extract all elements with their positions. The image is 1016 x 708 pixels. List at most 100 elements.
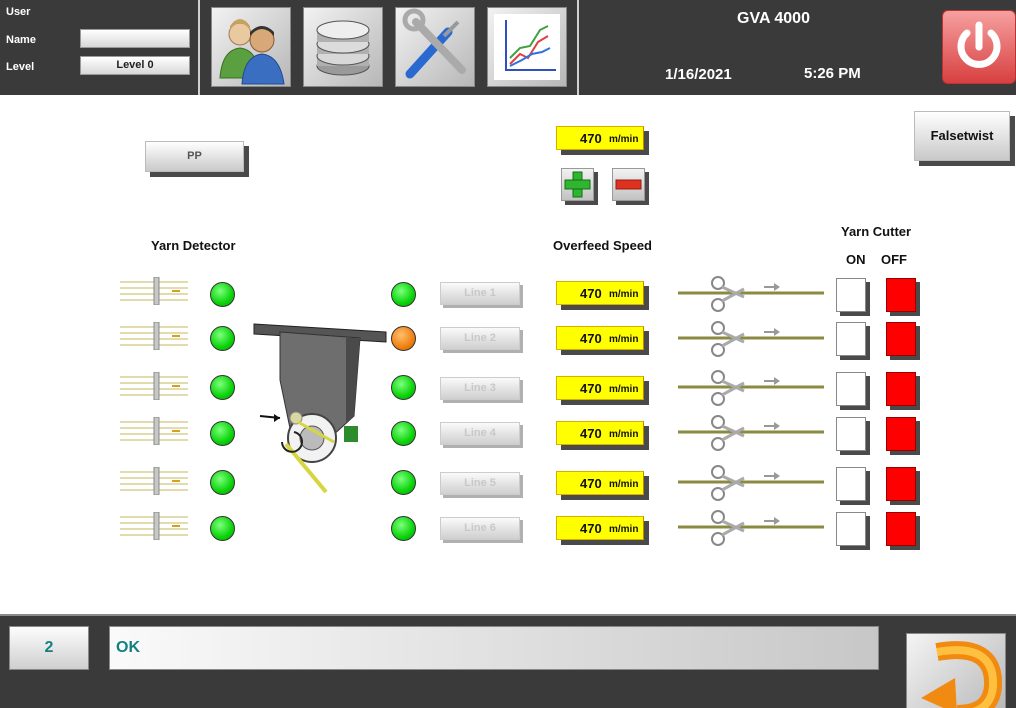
power-icon <box>957 21 1001 68</box>
increase-speed-button[interactable] <box>561 168 594 201</box>
line-speed-display[interactable]: 470 m/min <box>556 421 644 445</box>
cutter-off-button[interactable] <box>886 512 916 546</box>
name-field[interactable] <box>80 29 190 48</box>
line-button[interactable]: Line 2 <box>440 327 520 350</box>
line-speed-value: 470 <box>580 381 602 396</box>
database-button[interactable] <box>303 7 383 87</box>
line-button[interactable]: Line 1 <box>440 282 520 305</box>
scissors-icon <box>678 415 824 451</box>
top-bar: User Name Level Level 0 GVA 4000 1/16/20… <box>0 0 1016 95</box>
line-status-led <box>391 421 416 446</box>
line-button[interactable]: Line 4 <box>440 422 520 445</box>
tools-button[interactable] <box>395 7 475 87</box>
line-status-led <box>391 326 416 351</box>
yarn-detector-icon <box>120 322 188 350</box>
status-message: OK <box>109 626 879 670</box>
line-button[interactable]: Line 3 <box>440 377 520 400</box>
next-page-button[interactable] <box>906 633 1006 708</box>
overfeed-speed-title: Overfeed Speed <box>553 238 652 253</box>
line-status-led <box>391 282 416 307</box>
power-button[interactable] <box>942 10 1016 84</box>
cutter-on-label: ON <box>846 252 866 267</box>
toolbar <box>202 0 579 95</box>
line-speed-display[interactable]: 470 m/min <box>556 376 644 400</box>
yarn-cutter-title: Yarn Cutter <box>841 224 912 239</box>
level-field[interactable]: Level 0 <box>80 56 190 75</box>
yarn-detector-icon <box>120 417 188 445</box>
line-speed-display[interactable]: 470 m/min <box>556 471 644 495</box>
yarn-detector-led <box>210 470 235 495</box>
decrease-speed-button[interactable] <box>612 168 645 201</box>
line-speed-value: 470 <box>580 426 602 441</box>
users-button[interactable] <box>211 7 291 87</box>
cutter-off-button[interactable] <box>886 322 916 356</box>
users-icon <box>219 19 285 85</box>
line-speed-display[interactable]: 470 m/min <box>556 326 644 350</box>
cutter-on-button[interactable] <box>836 372 866 406</box>
line-speed-value: 470 <box>580 521 602 536</box>
cutter-off-label: OFF <box>881 252 907 267</box>
line-speed-unit: m/min <box>609 524 639 535</box>
cutter-off-button[interactable] <box>886 372 916 406</box>
scissors-icon <box>678 510 824 546</box>
yarn-detector-icon <box>120 467 188 495</box>
cutter-on-button[interactable] <box>836 512 866 546</box>
texturing-unit-image <box>253 323 387 494</box>
cutter-off-button[interactable] <box>886 278 916 312</box>
level-label: Level <box>6 61 35 73</box>
yarn-detector-icon <box>120 277 188 305</box>
scissors-icon <box>678 465 824 501</box>
plus-icon <box>564 171 591 198</box>
yarn-detector-led <box>210 375 235 400</box>
cutter-off-button[interactable] <box>886 417 916 451</box>
app-title: GVA 4000 <box>737 10 810 27</box>
line-speed-unit: m/min <box>609 384 639 395</box>
yarn-detector-led <box>210 326 235 351</box>
tools-icon <box>402 8 466 79</box>
line-status-led <box>391 516 416 541</box>
chart-button[interactable] <box>487 7 567 87</box>
pp-button[interactable]: PP <box>145 141 244 172</box>
cutter-on-button[interactable] <box>836 278 866 312</box>
yarn-detector-led <box>210 516 235 541</box>
yarn-detector-icon <box>120 372 188 400</box>
cutter-on-button[interactable] <box>836 467 866 501</box>
database-icon <box>316 20 370 76</box>
line-button[interactable]: Line 5 <box>440 472 520 495</box>
master-speed-value: 470 <box>580 131 602 146</box>
scissors-icon <box>678 276 824 312</box>
user-label: User <box>6 6 31 18</box>
cutter-off-button[interactable] <box>886 467 916 501</box>
master-speed-display[interactable]: 470 m/min <box>556 126 644 150</box>
status-bar: 2 OK <box>0 614 1016 708</box>
line-speed-value: 470 <box>580 331 602 346</box>
line-speed-display[interactable]: 470 m/min <box>556 516 644 540</box>
message-number: 2 <box>9 626 89 670</box>
line-speed-display[interactable]: 470 m/min <box>556 281 644 305</box>
line-speed-value: 470 <box>580 286 602 301</box>
yarn-detector-led <box>210 282 235 307</box>
line-speed-value: 470 <box>580 476 602 491</box>
minus-icon <box>615 179 642 190</box>
falsetwist-button[interactable]: Falsetwist <box>914 111 1010 161</box>
scissors-icon <box>678 370 824 406</box>
yarn-detector-led <box>210 421 235 446</box>
line-button[interactable]: Line 6 <box>440 517 520 540</box>
yarn-detector-icon <box>120 512 188 540</box>
line-speed-unit: m/min <box>609 334 639 345</box>
time-display: 5:26 PM <box>804 65 861 82</box>
name-label: Name <box>6 34 36 46</box>
line-speed-unit: m/min <box>609 479 639 490</box>
line-speed-unit: m/min <box>609 429 639 440</box>
user-panel: User Name Level Level 0 <box>0 0 200 95</box>
line-speed-unit: m/min <box>609 289 639 300</box>
cutter-on-button[interactable] <box>836 322 866 356</box>
master-speed-unit: m/min <box>609 134 639 145</box>
date-display: 1/16/2021 <box>665 66 732 83</box>
cutter-on-button[interactable] <box>836 417 866 451</box>
line-status-led <box>391 470 416 495</box>
yarn-detector-title: Yarn Detector <box>151 238 236 253</box>
scissors-icon <box>678 321 824 357</box>
line-status-led <box>391 375 416 400</box>
chart-icon <box>494 14 560 80</box>
